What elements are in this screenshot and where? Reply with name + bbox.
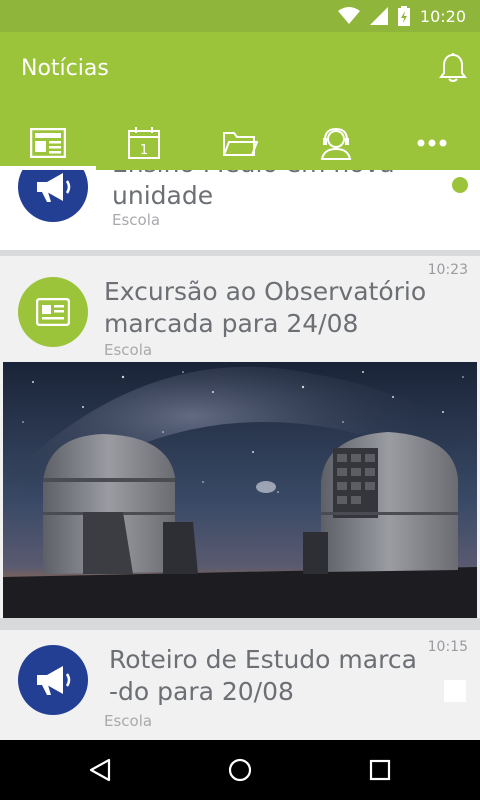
- observatory-photo[interactable]: [3, 362, 477, 618]
- status-bar: 10:20: [0, 0, 480, 32]
- tab-more[interactable]: [384, 116, 480, 170]
- support-agent-icon: [320, 127, 352, 160]
- card-title-line: -do para 20/08: [109, 677, 294, 706]
- announcement-avatar: [18, 170, 88, 222]
- card-source: Escola: [104, 712, 153, 730]
- system-nav-bar: [0, 740, 480, 800]
- tab-news[interactable]: [0, 116, 96, 170]
- card-title-line: Roteiro de Estudo marca: [109, 645, 417, 674]
- news-avatar: [18, 277, 88, 347]
- battery-charging-icon: [397, 6, 410, 26]
- read-indicator: [444, 680, 466, 702]
- cell-signal-icon: [369, 7, 388, 25]
- notifications-button[interactable]: [438, 52, 468, 84]
- card-time: 10:15: [427, 639, 468, 655]
- bell-icon: [439, 53, 467, 82]
- card-title-line: Excursão ao Observatório: [104, 277, 427, 306]
- unread-dot: [452, 177, 468, 193]
- folder-icon: [223, 132, 258, 156]
- news-card[interactable]: Ensino Médio em nova unidade Escola: [0, 170, 480, 250]
- tab-calendar[interactable]: 1: [96, 116, 192, 170]
- calendar-icon: 1: [128, 127, 160, 159]
- tab-bar: 1: [0, 116, 480, 170]
- news-card[interactable]: 10:15 Roteiro de Estudo marca -do para 2…: [0, 630, 480, 740]
- newspaper-icon: [36, 298, 70, 326]
- app-bar: Notícias 1: [0, 32, 480, 170]
- card-title-line: Ensino Médio em nova: [112, 170, 395, 180]
- observatory-image: [3, 362, 477, 618]
- more-dots-icon: [417, 139, 447, 147]
- announcement-avatar: [18, 645, 88, 715]
- wifi-icon: [337, 7, 360, 24]
- calendar-day: 1: [140, 143, 148, 158]
- news-card[interactable]: 10:23 Excursão ao Observatório marcada p…: [0, 256, 480, 618]
- tab-contact[interactable]: [288, 116, 384, 170]
- megaphone-icon: [37, 666, 71, 695]
- recents-square-icon: [369, 759, 391, 781]
- status-time: 10:20: [419, 6, 466, 26]
- card-source: Escola: [112, 211, 161, 229]
- newspaper-icon: [30, 128, 66, 158]
- back-button[interactable]: [80, 750, 120, 790]
- status-icons: 10:20: [337, 6, 466, 26]
- card-divider: [0, 618, 480, 630]
- card-time: 10:23: [427, 262, 468, 278]
- megaphone-icon: [37, 173, 71, 202]
- home-circle-icon: [228, 758, 252, 782]
- recents-button[interactable]: [360, 750, 400, 790]
- card-title: Roteiro de Estudo marca -do para 20/08: [109, 644, 417, 708]
- home-button[interactable]: [220, 750, 260, 790]
- back-triangle-icon: [89, 758, 111, 782]
- tab-files[interactable]: [192, 116, 288, 170]
- card-title: Excursão ao Observatório marcada para 24…: [104, 276, 426, 340]
- news-feed[interactable]: Ensino Médio em nova unidade Escola 10:2…: [0, 170, 480, 740]
- card-title-line: marcada para 24/08: [104, 309, 359, 338]
- card-title-line: unidade: [112, 181, 214, 210]
- page-title: Notícias: [21, 56, 109, 81]
- card-source: Escola: [104, 341, 153, 359]
- card-title: Ensino Médio em nova unidade: [112, 170, 395, 212]
